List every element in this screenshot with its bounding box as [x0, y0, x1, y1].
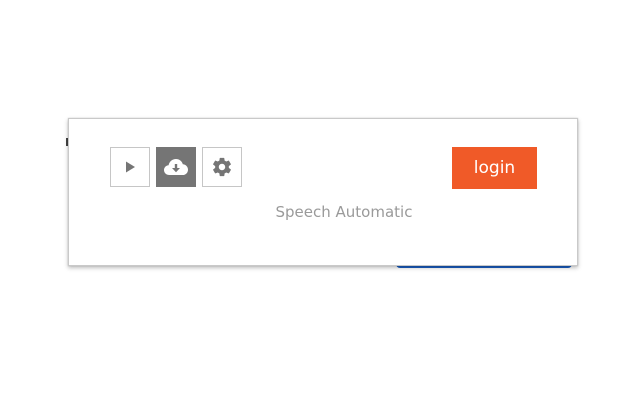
play-icon [123, 160, 137, 174]
toolbar [110, 147, 242, 187]
extension-popup: login Speech Automatic [68, 118, 578, 266]
download-button[interactable] [156, 147, 196, 187]
settings-button[interactable] [202, 147, 242, 187]
play-button[interactable] [110, 147, 150, 187]
cloud-download-icon [163, 157, 189, 177]
login-button[interactable]: login [452, 147, 537, 189]
popup-caption: Speech Automatic [275, 203, 413, 221]
gear-icon [211, 156, 233, 178]
